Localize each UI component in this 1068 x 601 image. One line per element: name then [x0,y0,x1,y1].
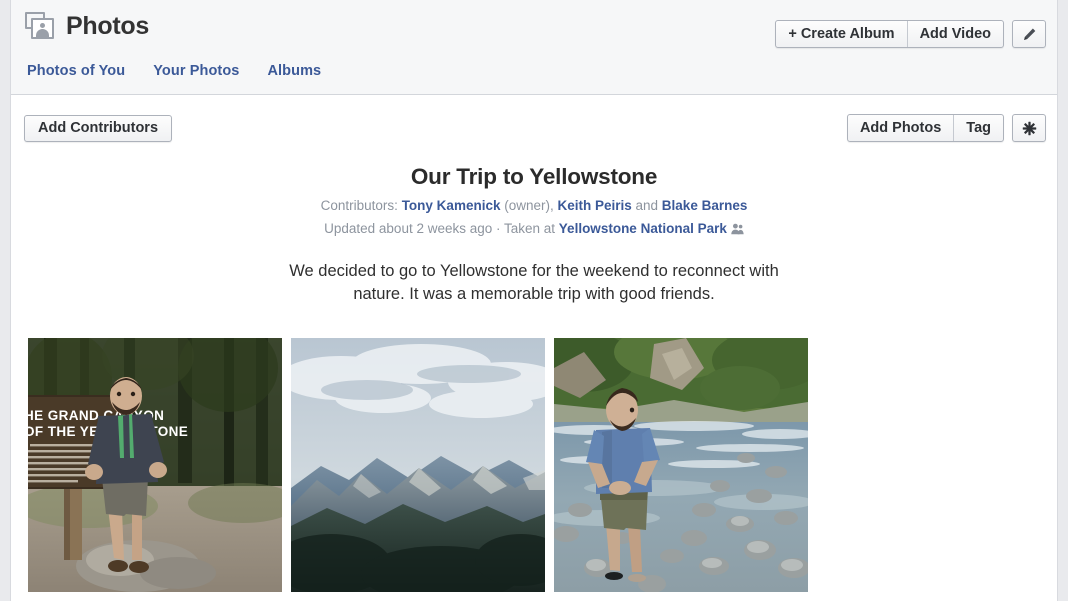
contributors-and: and [631,198,662,213]
album-title: Our Trip to Yellowstone [410,164,658,189]
album-info: Our Trip to Yellowstone Contributors: To… [11,162,1057,306]
gear-icon [1022,121,1036,135]
album-updated-text: Updated about 2 weeks ago · Taken at [324,221,559,236]
album-settings-button[interactable] [1012,114,1046,142]
photos-tabs: Photos of You Your Photos Albums [27,63,321,79]
album-contributors-line: Contributors: Tony Kamenick (owner), Kei… [11,197,1057,215]
friends-privacy-icon[interactable] [731,222,744,240]
album-location-link[interactable]: Yellowstone National Park [559,221,727,236]
photos-album-page: Photos + Create Album Add Video Photos o… [0,0,1068,601]
photo-grand-canyon-sign: HE GRAND CANYON OF THE YELLOWSTONE [28,338,282,592]
photos-tag-button-group: Add Photos Tag [846,114,1004,142]
album-description: We decided to go to Yellowstone for the … [289,262,779,303]
add-video-button[interactable]: Add Video [906,21,1003,47]
header-actions: + Create Album Add Video [775,20,1046,48]
tab-albums[interactable]: Albums [267,63,321,79]
person-head-shape [40,23,45,28]
album-toolbar-left: Add Contributors [24,115,173,142]
tab-your-photos[interactable]: Your Photos [153,63,239,79]
album-video-button-group: + Create Album Add Video [775,20,1004,48]
photos-stack-icon [25,12,55,40]
contributors-prefix: Contributors: [320,198,402,213]
add-contributors-button[interactable]: Add Contributors [24,115,173,142]
contributor-link-2[interactable]: Keith Peiris [557,198,631,213]
edit-button[interactable] [1012,20,1046,48]
album-updated-line: Updated about 2 weeks ago · Taken at Yel… [11,220,1057,240]
create-album-button[interactable]: + Create Album [776,21,906,47]
photo-tile[interactable] [554,338,808,592]
page-column: Photos + Create Album Add Video Photos o… [10,0,1058,601]
add-photos-button[interactable]: Add Photos [848,115,953,141]
tab-photos-of-you[interactable]: Photos of You [27,63,125,79]
tag-button[interactable]: Tag [953,115,1003,141]
header-title-row: Photos [25,12,149,40]
contributor-link-3[interactable]: Blake Barnes [662,198,748,213]
page-header: Photos + Create Album Add Video Photos o… [11,0,1057,95]
photo-grid: HE GRAND CANYON OF THE YELLOWSTONE [28,338,1042,601]
album-toolbar-right: Add Photos Tag [846,114,1046,142]
photo-mountain-range [291,338,545,592]
owner-suffix: (owner), [500,198,558,213]
person-body-shape [36,29,49,37]
photos-stack-front-rect [31,18,54,39]
page-title: Photos [66,12,149,40]
photo-man-in-river [554,338,808,592]
contributor-link-owner[interactable]: Tony Kamenick [402,198,501,213]
photo-tile[interactable] [291,338,545,592]
album-toolbar: Add Contributors Add Photos Tag [11,96,1057,162]
photo-tile[interactable]: HE GRAND CANYON OF THE YELLOWSTONE [28,338,282,592]
pencil-icon [1023,28,1035,40]
